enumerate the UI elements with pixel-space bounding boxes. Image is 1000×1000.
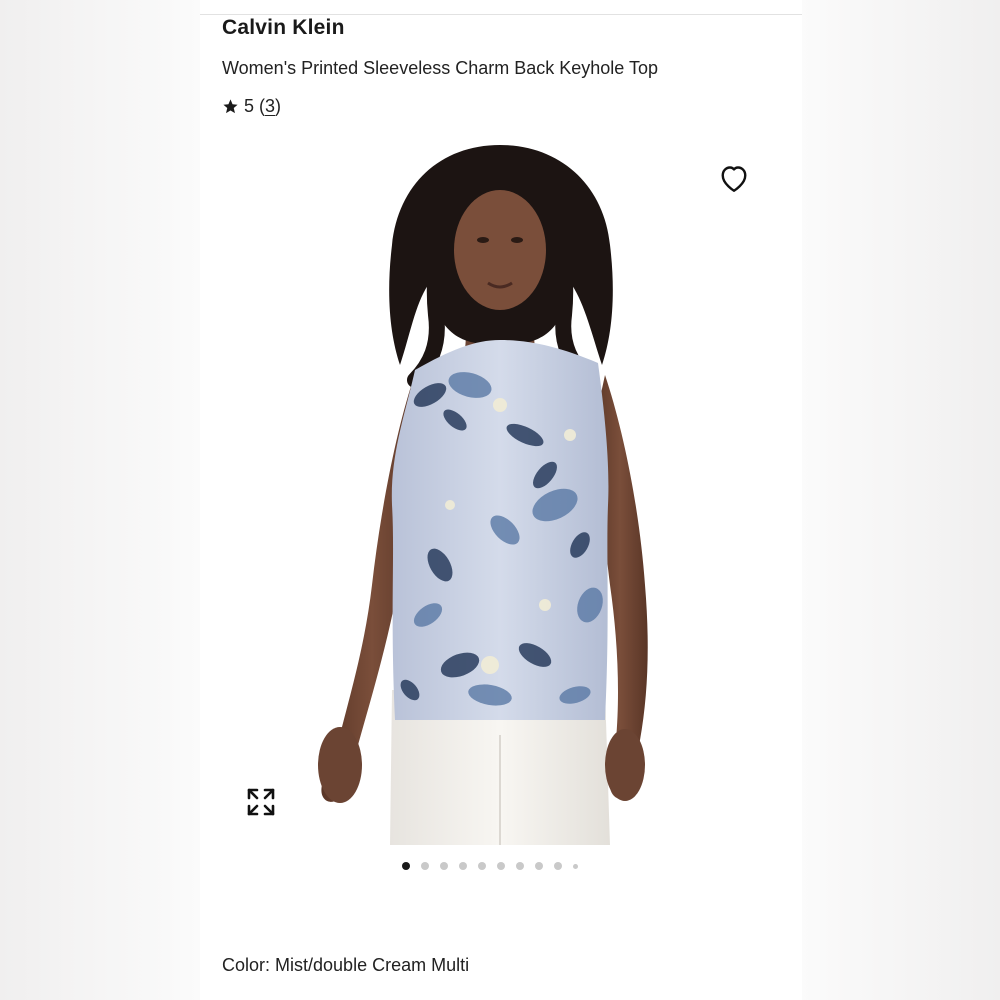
divider — [200, 14, 802, 15]
selected-color: Color: Mist/double Cream Multi — [222, 955, 469, 976]
rating: 5 (3) — [222, 96, 281, 117]
carousel-dot-2[interactable] — [421, 862, 429, 870]
carousel-dot-8[interactable] — [535, 862, 543, 870]
product-photo-illustration — [318, 145, 648, 845]
product-image[interactable] — [200, 135, 802, 845]
color-value: Mist/double Cream Multi — [275, 955, 470, 975]
carousel-dot-1[interactable] — [402, 862, 410, 870]
product-card: Calvin Klein Women's Printed Sleeveless … — [200, 0, 802, 1000]
star-icon — [222, 98, 239, 115]
rating-value: 5 — [244, 96, 255, 116]
color-label: Color: — [222, 955, 271, 975]
carousel-dot-6[interactable] — [497, 862, 505, 870]
favorite-button[interactable] — [716, 160, 752, 196]
brand-name[interactable]: Calvin Klein — [222, 16, 345, 40]
image-carousel-dots — [402, 862, 578, 870]
review-count-link[interactable]: (3) — [259, 96, 281, 117]
review-count-close-paren: ) — [275, 96, 282, 116]
carousel-dot-9[interactable] — [554, 862, 562, 870]
carousel-dot-10[interactable] — [573, 863, 578, 869]
expand-arrows-icon — [243, 788, 279, 823]
product-title: Women's Printed Sleeveless Charm Back Ke… — [222, 58, 658, 78]
carousel-dot-7[interactable] — [516, 862, 524, 870]
heart-outline-icon — [716, 166, 752, 199]
carousel-dot-4[interactable] — [459, 862, 467, 870]
review-count[interactable]: 3 — [265, 96, 275, 116]
expand-image-button[interactable] — [243, 784, 279, 820]
carousel-dot-3[interactable] — [440, 862, 448, 870]
carousel-dot-5[interactable] — [478, 862, 486, 870]
